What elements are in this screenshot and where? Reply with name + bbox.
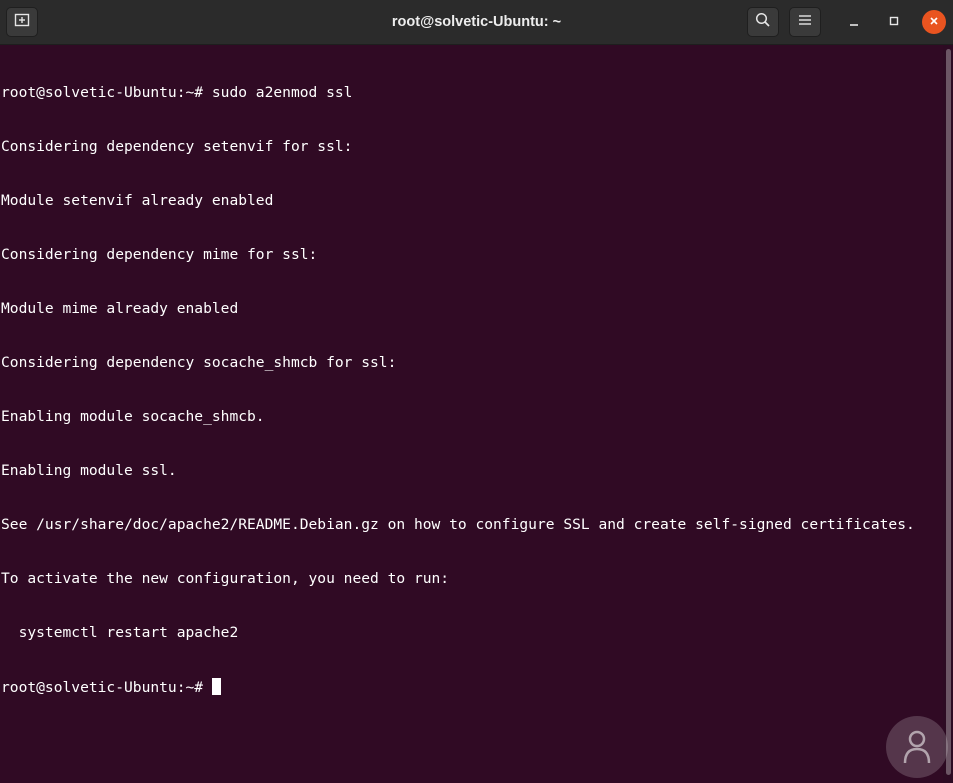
menu-button[interactable] bbox=[789, 7, 821, 37]
terminal-line: Module mime already enabled bbox=[1, 300, 239, 317]
maximize-icon bbox=[889, 13, 899, 31]
terminal-line: To activate the new configuration, you n… bbox=[1, 570, 450, 587]
terminal-line: Considering dependency socache_shmcb for… bbox=[1, 354, 397, 371]
close-button[interactable] bbox=[922, 10, 946, 34]
terminal-line: Considering dependency mime for ssl: bbox=[1, 246, 318, 263]
close-icon bbox=[929, 13, 939, 31]
terminal-line: Module setenvif already enabled bbox=[1, 192, 274, 209]
prompt-text: root@solvetic-Ubuntu:~# bbox=[1, 679, 212, 696]
scrollbar[interactable] bbox=[943, 45, 953, 783]
text-cursor bbox=[211, 678, 221, 695]
search-icon bbox=[755, 12, 771, 33]
scrollbar-thumb[interactable] bbox=[946, 49, 951, 775]
terminal-line: systemctl restart apache2 bbox=[1, 624, 239, 641]
search-button[interactable] bbox=[747, 7, 779, 37]
terminal-line: See /usr/share/doc/apache2/README.Debian… bbox=[1, 516, 915, 533]
terminal-line: Considering dependency setenvif for ssl: bbox=[1, 138, 353, 155]
new-tab-button[interactable] bbox=[6, 7, 38, 37]
prompt-line[interactable]: root@solvetic-Ubuntu:~# bbox=[1, 678, 943, 696]
minimize-button[interactable] bbox=[842, 10, 866, 34]
hamburger-menu-icon bbox=[798, 13, 812, 32]
terminal-output[interactable]: root@solvetic-Ubuntu:~# sudo a2enmod ssl… bbox=[0, 45, 943, 783]
terminal-line: Enabling module socache_shmcb. bbox=[1, 408, 265, 425]
maximize-button[interactable] bbox=[882, 10, 906, 34]
person-icon bbox=[903, 730, 931, 764]
new-tab-icon bbox=[14, 12, 30, 33]
titlebar[interactable]: root@solvetic-Ubuntu: ~ bbox=[0, 0, 953, 45]
minimize-icon bbox=[849, 13, 859, 31]
terminal-window: root@solvetic-Ubuntu: ~ root@solvetic-Ub… bbox=[0, 0, 953, 783]
terminal-line: Enabling module ssl. bbox=[1, 462, 177, 479]
watermark-logo bbox=[886, 716, 948, 778]
terminal-line: root@solvetic-Ubuntu:~# sudo a2enmod ssl bbox=[1, 84, 353, 101]
